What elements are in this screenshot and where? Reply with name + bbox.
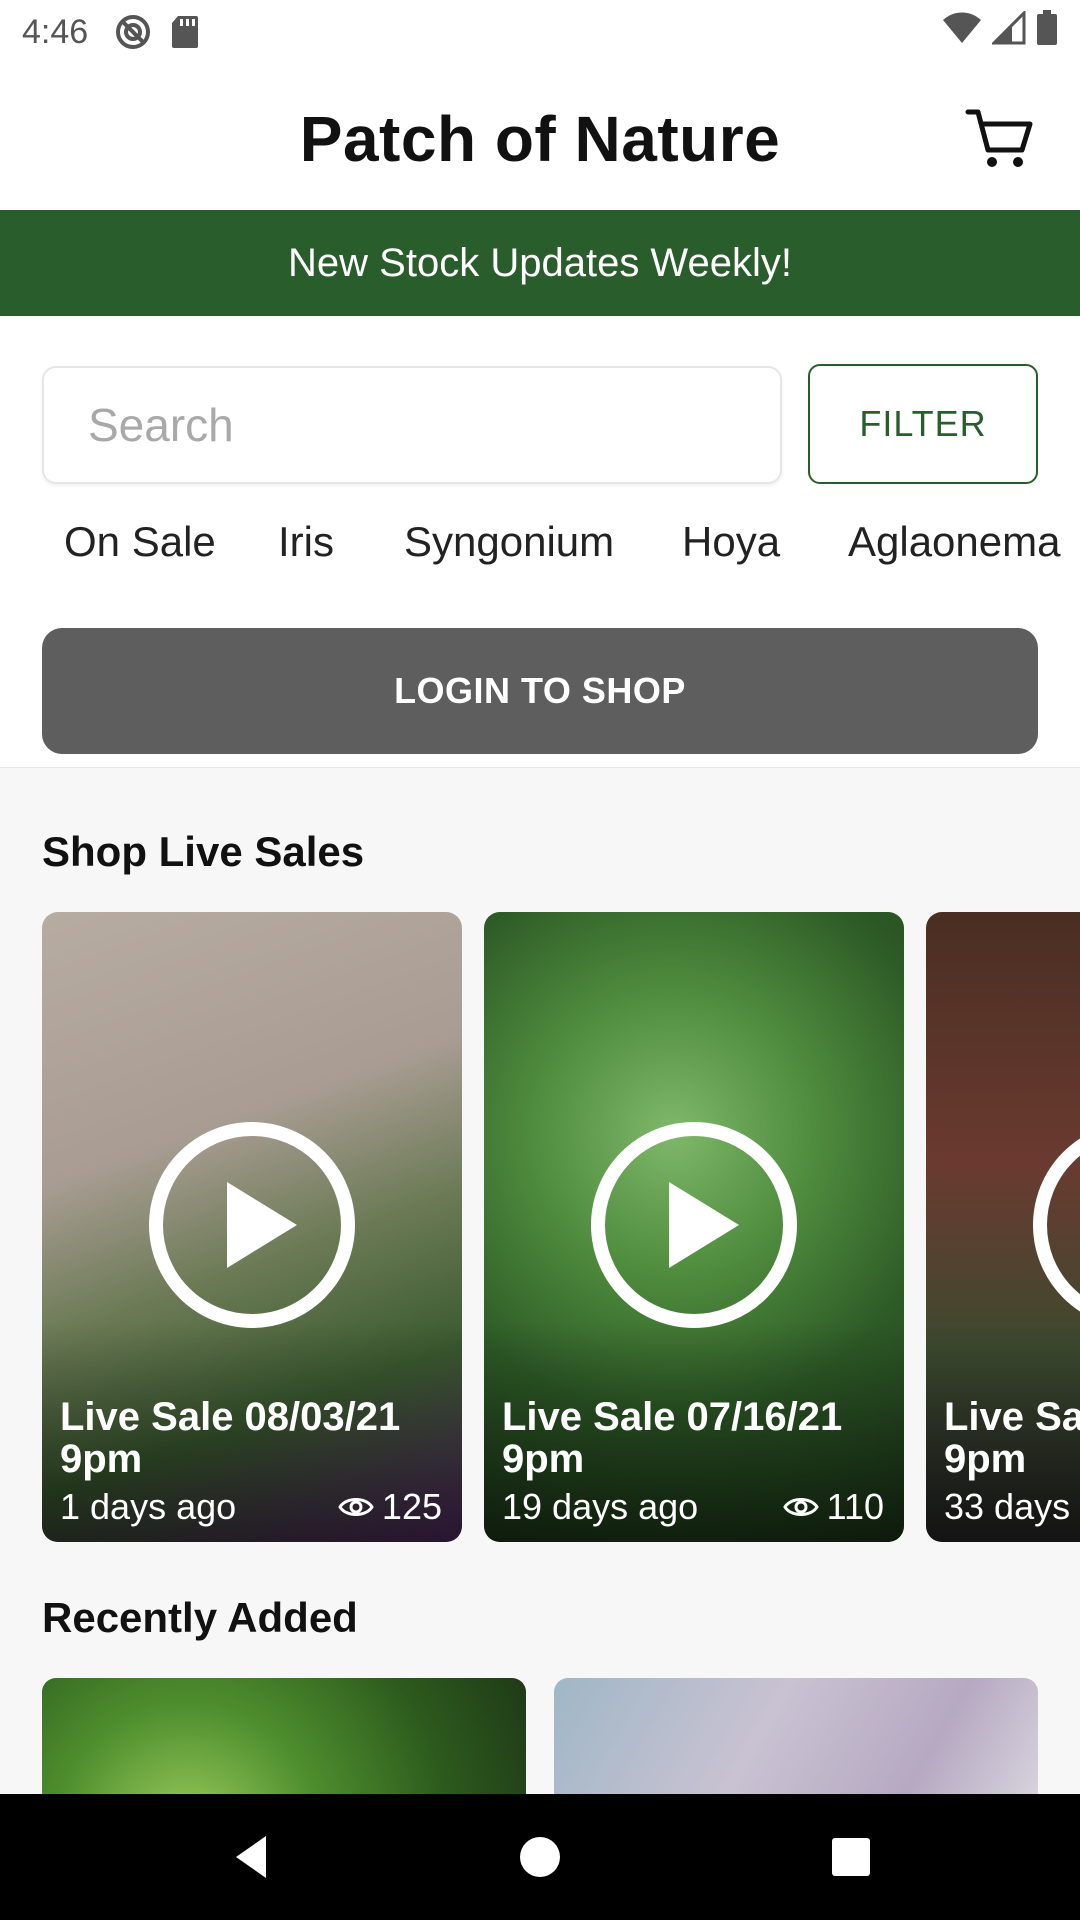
app-bar: Patch of Nature: [0, 64, 1080, 210]
live-sales-carousel[interactable]: Live Sale 08/03/21 9pm 1 days ago 125 Li…: [0, 912, 1080, 1542]
view-count-value: 110: [826, 1486, 884, 1527]
category-tabs: On Sale Iris Syngonium Hoya Aglaonema: [0, 518, 1080, 590]
live-sale-title-line2: 9pm: [944, 1437, 1027, 1481]
eye-icon: [782, 1498, 819, 1516]
search-box[interactable]: [42, 366, 782, 484]
live-sale-date: 33 days: [944, 1486, 1071, 1527]
filter-button[interactable]: FILTER: [808, 364, 1038, 484]
product-card[interactable]: [554, 1678, 1038, 1794]
live-sale-title: Live Sale 07/16/21 9pm: [502, 1395, 843, 1481]
promo-banner: New Stock Updates Weekly!: [0, 210, 1080, 316]
view-count: 125: [338, 1486, 442, 1528]
recents-icon[interactable]: [818, 1824, 884, 1890]
live-sale-card[interactable]: Live Sale 07/16/21 9pm 19 days ago 110: [484, 912, 904, 1542]
wifi-icon: [942, 11, 982, 54]
live-sale-card[interactable]: Live Sa 9pm 33 days: [926, 912, 1080, 1542]
category-aglaonema[interactable]: Aglaonema: [848, 518, 1060, 566]
back-icon[interactable]: [222, 1824, 288, 1890]
category-hoya[interactable]: Hoya: [682, 518, 780, 566]
status-time: 4:46: [22, 12, 89, 51]
shop-controls: FILTER On Sale Iris Syngonium Hoya Aglao…: [0, 316, 1080, 768]
sd-card-icon: [170, 14, 200, 50]
cart-icon[interactable]: [964, 102, 1034, 172]
live-sale-title: Live Sa 9pm: [944, 1396, 1080, 1480]
play-icon[interactable]: [589, 1120, 799, 1330]
category-iris[interactable]: Iris: [278, 518, 334, 566]
category-syngonium[interactable]: Syngonium: [404, 518, 614, 566]
category-on-sale[interactable]: On Sale: [64, 518, 216, 566]
status-bar: 4:46: [0, 0, 1080, 64]
recently-added-list[interactable]: [0, 1678, 1080, 1794]
home-icon[interactable]: [507, 1824, 573, 1890]
recently-added-heading: Recently Added: [42, 1594, 358, 1641]
cell-signal-icon: [990, 8, 1026, 54]
view-count: 110: [782, 1486, 884, 1528]
live-sale-card[interactable]: Live Sale 08/03/21 9pm 1 days ago 125: [42, 912, 462, 1542]
live-sale-date: 19 days ago: [502, 1486, 699, 1527]
live-sale-date: 1 days ago: [60, 1486, 237, 1527]
battery-icon: [1036, 9, 1058, 55]
system-nav-bar: [0, 1794, 1080, 1920]
play-icon[interactable]: [1031, 1120, 1080, 1330]
app-title: Patch of Nature: [299, 103, 781, 175]
do-not-disturb-icon: [114, 13, 152, 51]
product-card[interactable]: [42, 1678, 526, 1794]
view-count-value: 125: [381, 1486, 442, 1527]
live-sale-title: Live Sale 08/03/21 9pm: [60, 1395, 401, 1481]
login-to-shop-button[interactable]: LOGIN TO SHOP: [42, 628, 1038, 754]
live-sale-title-line1: Live Sa: [944, 1395, 1080, 1439]
eye-icon: [338, 1498, 374, 1516]
play-icon[interactable]: [147, 1120, 357, 1330]
banner-text: New Stock Updates Weekly!: [288, 240, 792, 285]
live-sales-heading: Shop Live Sales: [42, 828, 365, 875]
search-input[interactable]: [44, 368, 780, 482]
